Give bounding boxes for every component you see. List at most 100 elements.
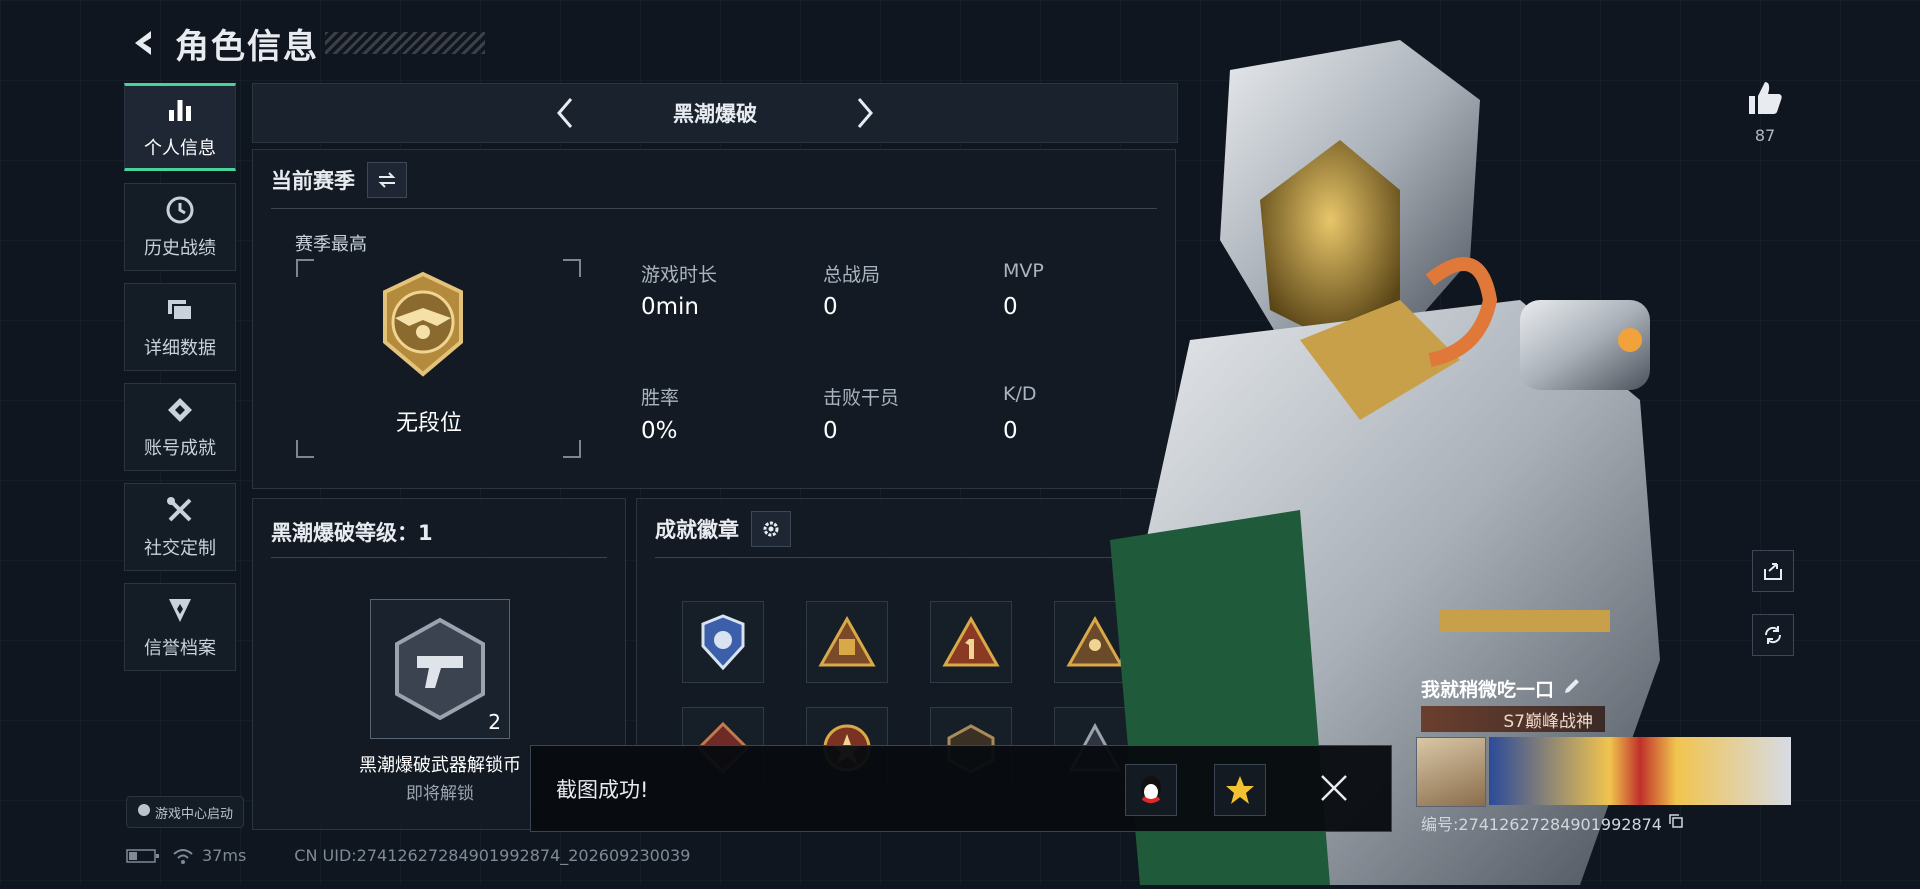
shield-icon (164, 594, 196, 626)
nav-item-label: 个人信息 (144, 138, 216, 159)
nav-item-label: 账号成就 (144, 438, 216, 459)
battery-icon (126, 848, 159, 863)
reward-item[interactable]: 2 (370, 599, 510, 739)
next-mode-button[interactable] (845, 93, 885, 133)
launch-label: 游戏中心启动 (154, 806, 233, 822)
back-arrow-icon (135, 31, 151, 55)
frame-corner (296, 259, 314, 277)
season-panel: 当前赛季 赛季最高 无段位 游戏时长 0min 总战局 0 MVP 0 胜率 0… (252, 149, 1176, 489)
like-count: 87 (1754, 126, 1776, 145)
stat-value: 0min (641, 294, 700, 320)
share-qzone-button[interactable] (1214, 764, 1266, 816)
game-center-icon (137, 803, 151, 821)
swap-icon (378, 172, 396, 188)
nav-item-achievements[interactable]: 账号成就 (124, 383, 236, 471)
profile-banner (1489, 737, 1791, 805)
stat-value: 0 (1003, 294, 1018, 320)
achievement-badge[interactable] (806, 601, 888, 683)
game-center-launch-button[interactable]: 游戏中心启动 (126, 796, 244, 828)
badge-title: 成就徽章 (655, 518, 739, 542)
reward-count: 2 (488, 710, 501, 734)
badge-divider (655, 557, 1157, 558)
blue-shield-badge-icon (701, 614, 745, 671)
stat-label: MVP (1003, 260, 1044, 282)
stat-label: 胜率 (641, 387, 680, 409)
stat-label: K/D (1003, 383, 1037, 405)
copy-icon (1669, 814, 1683, 828)
level-title: 黑潮爆破等级：1 (271, 521, 433, 545)
level-divider (271, 557, 607, 558)
close-icon (1321, 775, 1347, 801)
mode-name: 黑潮爆破 (673, 102, 757, 126)
qq-penguin-icon (1141, 776, 1161, 803)
mode-selector: 黑潮爆破 (252, 83, 1178, 143)
gear-icon (763, 521, 779, 537)
stat-value: 0 (823, 418, 838, 444)
switch-season-button[interactable] (367, 162, 407, 198)
diamond-icon (164, 394, 196, 426)
nav-item-label: 信誉档案 (144, 638, 216, 659)
like-button[interactable]: 87 (1735, 78, 1795, 145)
rank-one-badge-icon (942, 615, 1000, 667)
refresh-icon (1764, 626, 1782, 644)
clock-icon (164, 194, 196, 226)
nav-item-label: 社交定制 (144, 538, 216, 559)
frame-corner (563, 440, 581, 458)
achievement-badge[interactable] (930, 601, 1012, 683)
bar-chart-icon (164, 94, 196, 126)
back-button[interactable] (125, 23, 165, 63)
pencil-icon (1565, 679, 1580, 693)
toast-message: 截图成功! (556, 778, 649, 802)
share-qq-button[interactable] (1125, 764, 1177, 816)
thumbs-up-icon (1749, 82, 1782, 114)
nav-item-social[interactable]: 社交定制 (124, 483, 236, 571)
uid-text: CN UID:27412627284901992874_202609230039 (294, 846, 691, 865)
stat-label: 总战局 (823, 264, 881, 286)
player-name: 我就稍微吃一口 (1421, 675, 1582, 702)
nav-item-history[interactable]: 历史战绩 (124, 183, 236, 271)
stat-value: 0 (1003, 418, 1018, 444)
refresh-button[interactable] (1752, 614, 1794, 656)
frame-corner (296, 440, 314, 458)
close-toast-button[interactable] (1316, 770, 1356, 810)
nav-item-personal-info[interactable]: 个人信息 (124, 83, 236, 171)
rank-emblem (373, 270, 473, 384)
nav-item-reputation[interactable]: 信誉档案 (124, 583, 236, 671)
season-divider (271, 208, 1157, 209)
gold-triangle-badge-icon (818, 615, 876, 667)
share-button[interactable] (1752, 550, 1794, 592)
chevron-left-icon (557, 98, 573, 128)
status-bar: 37ms CN UID:27412627284901992874_2026092… (126, 846, 690, 865)
prev-mode-button[interactable] (545, 93, 585, 133)
page-title: 角色信息 (175, 26, 319, 67)
nav-item-detail-data[interactable]: 详细数据 (124, 283, 236, 371)
player-name-text: 我就稍微吃一口 (1421, 679, 1555, 701)
edit-name-button[interactable] (1562, 676, 1582, 701)
share-icon (1764, 563, 1782, 580)
folder-icon (164, 294, 196, 326)
pistol-coin-icon (395, 617, 485, 721)
tools-icon (164, 494, 196, 526)
screenshot-toast: 截图成功! (530, 745, 1392, 832)
sidebar-nav: 个人信息 历史战绩 详细数据 账号成就 社交定制 信誉档案 (124, 83, 238, 683)
qzone-star-icon (1226, 776, 1254, 804)
chevron-right-icon (857, 98, 873, 128)
stat-label: 击败干员 (823, 387, 900, 409)
nav-item-label: 历史战绩 (144, 238, 216, 259)
stat-value: 0% (641, 418, 678, 444)
rank-title-text: S7巅峰战神 (1503, 711, 1593, 732)
player-id-line: 编号:27412627284901992874 (1421, 811, 1684, 835)
copy-id-button[interactable] (1668, 813, 1684, 833)
frame-corner (563, 259, 581, 277)
rank-title-tag: S7巅峰战神 (1421, 706, 1605, 732)
stat-label: 游戏时长 (641, 264, 718, 286)
wifi-icon (173, 848, 193, 864)
achievement-badge[interactable] (682, 601, 764, 683)
stat-value: 0 (823, 294, 838, 320)
ping-text: 37ms (202, 846, 247, 865)
avatar[interactable] (1416, 737, 1486, 807)
season-title: 当前赛季 (271, 169, 355, 193)
badge-settings-button[interactable] (751, 511, 791, 547)
player-id-text: 编号:27412627284901992874 (1421, 815, 1662, 834)
title-decoration (325, 32, 485, 54)
